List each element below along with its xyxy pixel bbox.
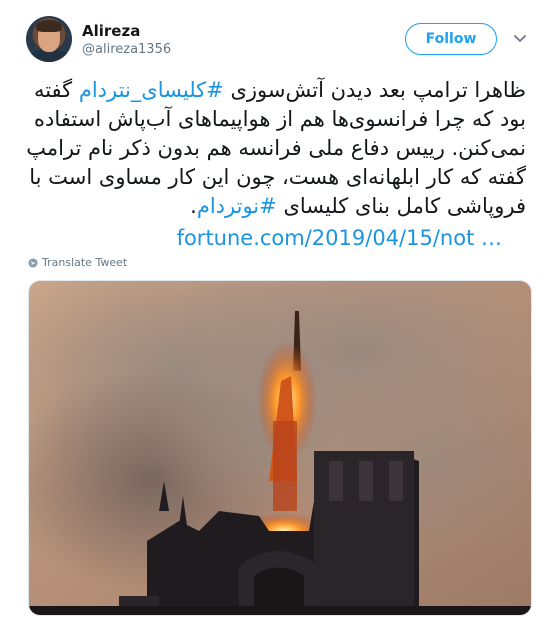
- tweet-text-part: .: [190, 194, 197, 218]
- globe-icon: [28, 258, 38, 267]
- tweet-text-part: ظاهرا ترامپ بعد دیدن آتش‌سوزی: [223, 78, 526, 102]
- hashtag-link[interactable]: #نوتردام: [197, 194, 277, 218]
- tweet-header: Alireza @alireza1356 Follow: [0, 0, 552, 70]
- translate-tweet[interactable]: Translate Tweet: [28, 256, 127, 269]
- external-link[interactable]: fortune.com/2019/04/15/not …: [26, 226, 502, 250]
- user-handle[interactable]: @alireza1356: [82, 42, 171, 57]
- follow-button[interactable]: Follow: [405, 23, 497, 55]
- tweet-photo[interactable]: [28, 280, 532, 616]
- chevron-down-icon[interactable]: [513, 32, 527, 46]
- display-name[interactable]: Alireza: [82, 22, 140, 40]
- notre-dame-fire-photo: [29, 281, 531, 615]
- translate-label: Translate Tweet: [42, 256, 128, 269]
- avatar[interactable]: [26, 16, 72, 62]
- hashtag-link[interactable]: #کلیسای_نتردام: [79, 78, 224, 102]
- tweet-text: ظاهرا ترامپ بعد دیدن آتش‌سوزی #کلیسای_نت…: [26, 76, 526, 221]
